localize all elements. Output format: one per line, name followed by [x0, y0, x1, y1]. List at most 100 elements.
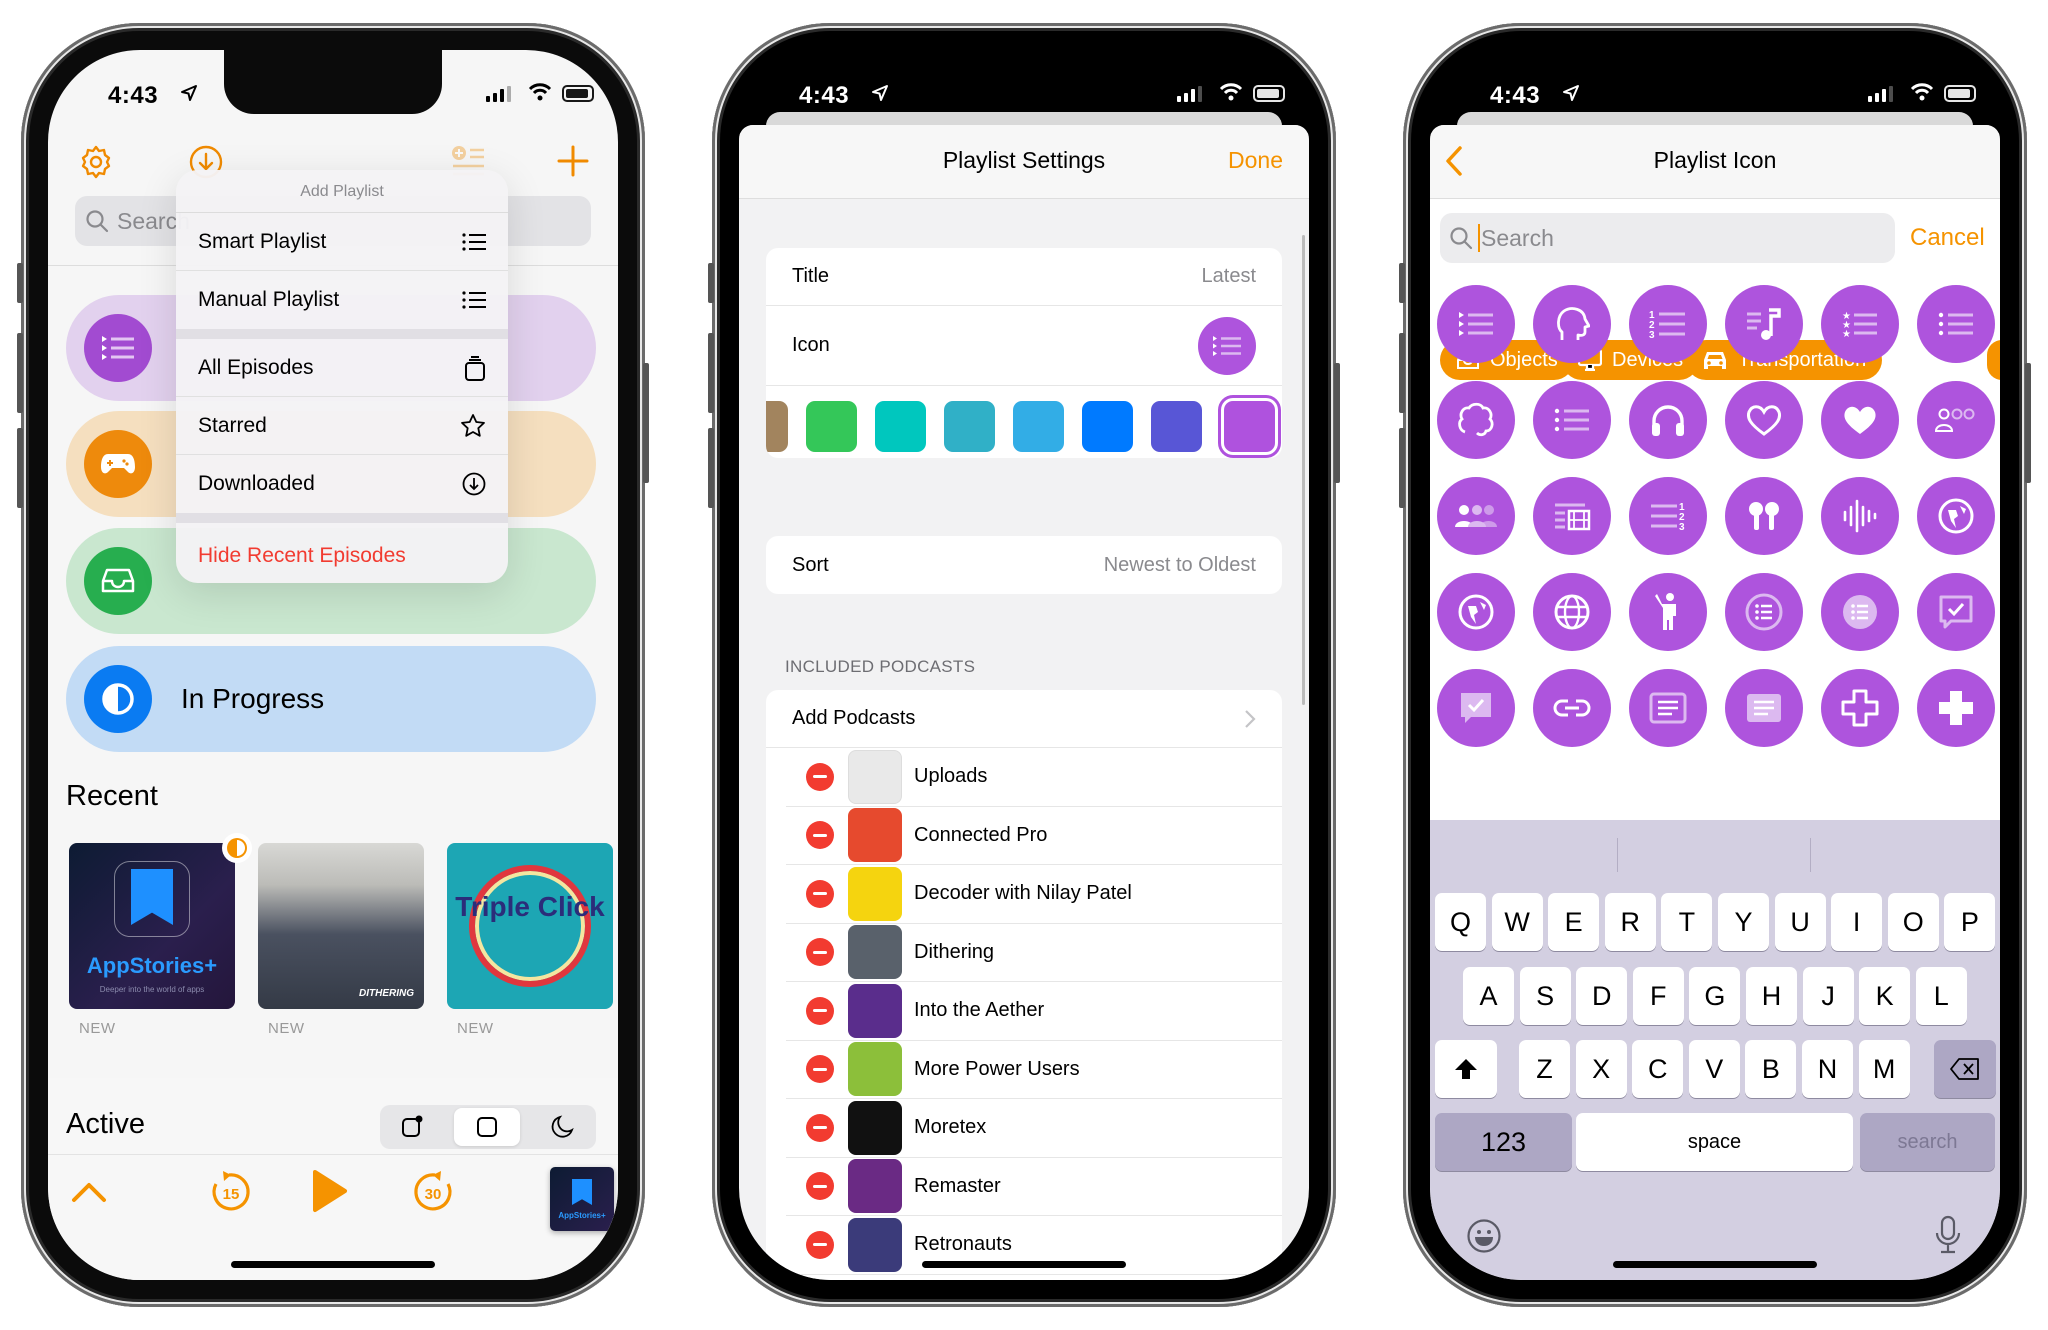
scrollbar[interactable]	[1302, 235, 1305, 705]
shift-key[interactable]	[1435, 1040, 1497, 1098]
key-z[interactable]: Z	[1519, 1040, 1570, 1098]
podcast-row[interactable]: More Power Users	[786, 1041, 1282, 1099]
key-v[interactable]: V	[1688, 1040, 1740, 1098]
remove-icon[interactable]	[806, 938, 834, 967]
playlist-row-in-progress[interactable]: In Progress	[66, 646, 596, 752]
key-i[interactable]: I	[1831, 893, 1883, 951]
music-list-icon[interactable]	[1725, 285, 1803, 363]
now-playing-artwork[interactable]: AppStories+	[550, 1167, 614, 1231]
key-b[interactable]: B	[1745, 1040, 1797, 1098]
key-c[interactable]: C	[1632, 1040, 1684, 1098]
color-swatch[interactable]	[1151, 401, 1202, 452]
heart-fill-icon[interactable]	[1821, 381, 1899, 459]
airpods-icon[interactable]	[1725, 477, 1803, 555]
expand-chevron-icon[interactable]	[71, 1181, 107, 1203]
color-swatch-selected[interactable]	[1224, 401, 1275, 452]
microphone-icon[interactable]	[1935, 1215, 1961, 1255]
color-swatch[interactable]	[766, 401, 788, 452]
key-e[interactable]: E	[1548, 893, 1600, 951]
menu-item-starred[interactable]: Starred	[176, 397, 508, 455]
key-j[interactable]: J	[1802, 967, 1854, 1025]
globe-grid-icon[interactable]	[1533, 573, 1611, 651]
sort-row[interactable]: Sort Newest to Oldest	[766, 536, 1282, 594]
list-rect-fill-icon[interactable]	[1725, 669, 1803, 747]
podcast-artwork-appstories[interactable]: AppStories+ Deeper into the world of app…	[69, 843, 235, 1009]
search-key[interactable]: search	[1860, 1113, 1995, 1171]
color-swatch[interactable]	[806, 401, 857, 452]
key-l[interactable]: L	[1915, 967, 1967, 1025]
selected-playlist-icon[interactable]	[1198, 316, 1256, 375]
delete-key[interactable]	[1934, 1040, 1996, 1098]
menu-item-hide-recent-episodes[interactable]: Hide Recent Episodes	[176, 523, 508, 583]
numbered-list-icon[interactable]: 123	[1629, 285, 1707, 363]
play-button[interactable]	[311, 1168, 349, 1214]
list-icon[interactable]	[1917, 285, 1995, 363]
checkmark-bubble-fill-icon[interactable]	[1437, 669, 1515, 747]
title-row[interactable]: Title Latest	[766, 248, 1282, 306]
waveform-icon[interactable]	[1821, 477, 1899, 555]
menu-item-manual-playlist[interactable]: Manual Playlist	[176, 271, 508, 329]
podcast-row[interactable]: Moretex	[786, 1099, 1282, 1158]
key-t[interactable]: T	[1661, 893, 1713, 951]
key-d[interactable]: D	[1576, 967, 1628, 1025]
space-key[interactable]: space	[1576, 1113, 1853, 1171]
key-m[interactable]: M	[1858, 1040, 1910, 1098]
menu-item-all-episodes[interactable]: All Episodes	[176, 339, 508, 397]
numbered-list-right-icon[interactable]: 123	[1629, 477, 1707, 555]
list-rect-outline-icon[interactable]	[1629, 669, 1707, 747]
moon-segment-icon[interactable]	[550, 1115, 574, 1139]
remove-icon[interactable]	[806, 879, 834, 908]
cross-fill-icon[interactable]	[1917, 669, 1995, 747]
cancel-button[interactable]: Cancel	[1910, 224, 1985, 252]
color-swatch[interactable]	[1013, 401, 1064, 452]
key-n[interactable]: N	[1802, 1040, 1853, 1098]
key-h[interactable]: H	[1746, 967, 1797, 1025]
color-swatch[interactable]	[1082, 401, 1133, 452]
remove-icon[interactable]	[806, 821, 834, 850]
link-icon[interactable]	[1533, 669, 1611, 747]
globe-africa-outline-icon[interactable]	[1917, 477, 1995, 555]
remove-icon[interactable]	[806, 1055, 834, 1084]
menu-item-downloaded[interactable]: Downloaded	[176, 455, 508, 513]
checkmark-bubble-outline-icon[interactable]	[1917, 573, 1995, 651]
emoji-icon[interactable]	[1466, 1218, 1502, 1254]
key-q[interactable]: Q	[1435, 893, 1486, 951]
brain-icon[interactable]	[1437, 381, 1515, 459]
category-chip-partial[interactable]	[1987, 340, 2000, 380]
remove-icon[interactable]	[806, 1230, 834, 1259]
list-circle-outline-icon[interactable]	[1725, 573, 1803, 651]
podcast-row[interactable]: Dithering	[786, 924, 1282, 982]
key-p[interactable]: P	[1944, 893, 1996, 951]
icon-row[interactable]: Icon	[766, 306, 1282, 386]
podcast-row[interactable]: Uploads	[786, 748, 1282, 807]
podcast-row[interactable]: Remaster	[786, 1158, 1282, 1216]
bullet-list-icon[interactable]	[1533, 381, 1611, 459]
podcast-row[interactable]: Connected Pro	[786, 807, 1282, 865]
star-list-icon[interactable]: ★ ★ ★	[1821, 285, 1899, 363]
play-list-icon[interactable]	[1437, 285, 1515, 363]
settings-gear-icon[interactable]	[78, 144, 114, 180]
key-y[interactable]: Y	[1718, 893, 1769, 951]
podcast-row[interactable]: Decoder with Nilay Patel	[786, 865, 1282, 924]
list-circle-fill-icon[interactable]	[1821, 573, 1899, 651]
color-swatch[interactable]	[875, 401, 926, 452]
square-segment[interactable]	[454, 1108, 520, 1146]
podcast-artwork-triple-click[interactable]: Triple Click	[447, 843, 613, 1009]
key-k[interactable]: K	[1859, 967, 1911, 1025]
heart-outline-icon[interactable]	[1725, 381, 1803, 459]
skip-back-button[interactable]: 15	[209, 1170, 253, 1214]
done-button[interactable]: Done	[1228, 147, 1283, 174]
remove-icon[interactable]	[806, 996, 834, 1025]
icon-search-field[interactable]: Search	[1440, 213, 1895, 263]
key-o[interactable]: O	[1887, 893, 1939, 951]
headphones-icon[interactable]	[1629, 381, 1707, 459]
remove-icon[interactable]	[806, 1172, 834, 1201]
people-outline-icon[interactable]	[1917, 381, 1995, 459]
key-a[interactable]: A	[1463, 967, 1514, 1025]
people-fill-icon[interactable]	[1437, 477, 1515, 555]
add-podcasts-row[interactable]: Add Podcasts	[766, 690, 1282, 748]
person-wave-icon[interactable]	[1629, 573, 1707, 651]
numbers-key[interactable]: 123	[1435, 1113, 1572, 1171]
notification-segment-icon[interactable]	[400, 1115, 424, 1139]
globe-africa-fill-icon[interactable]	[1437, 573, 1515, 651]
